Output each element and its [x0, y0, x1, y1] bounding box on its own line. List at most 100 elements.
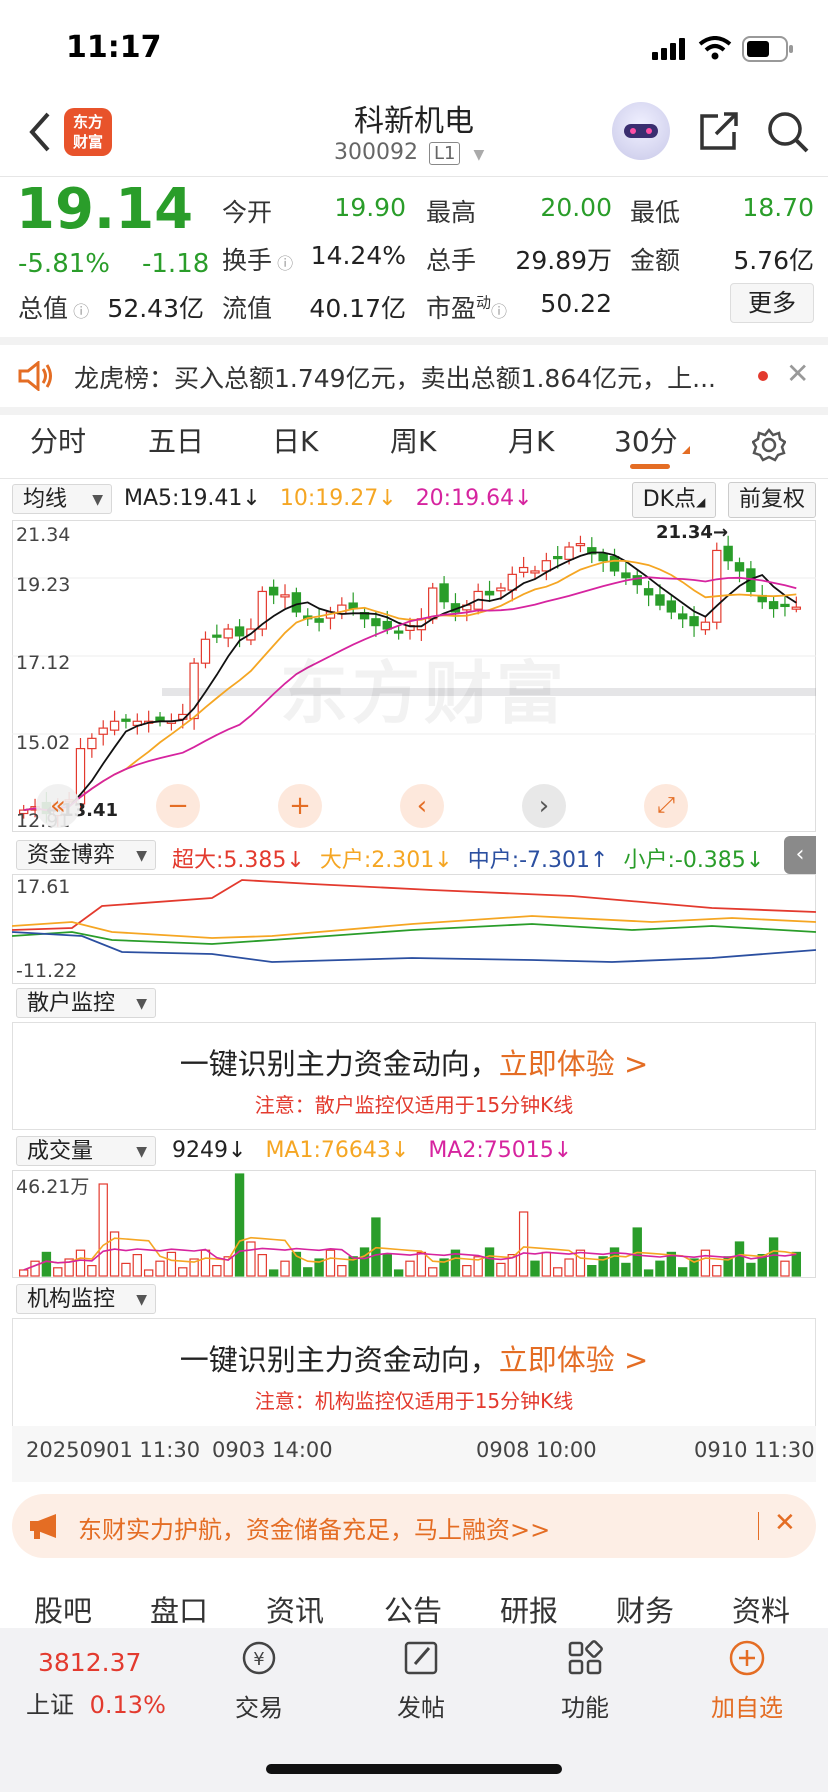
retail-promo[interactable]: 一键识别主力资金动向，立即体验 > 注意：散户监控仅适用于15分钟K线: [12, 1022, 816, 1130]
volume-bar: [87, 1264, 97, 1277]
collapse-panel-icon[interactable]: ‹: [784, 836, 816, 874]
tab-weekly-k[interactable]: 周K: [390, 420, 436, 460]
time-axis[interactable]: 20250901 11:30 0903 14:00 0908 10:00 091…: [12, 1426, 816, 1482]
volume-bar: [780, 1260, 790, 1277]
tab-monthly-k[interactable]: 月K: [508, 420, 554, 460]
low-label: 最低: [630, 198, 681, 227]
dk-point-button[interactable]: DK点◢: [632, 482, 716, 518]
zoom-out-icon[interactable]: −: [156, 784, 200, 828]
ma-indicator-select[interactable]: 均线 ▼: [12, 484, 112, 514]
tab-finance[interactable]: 财务: [616, 1588, 674, 1630]
volume-ma1: MA1:76643: [265, 1138, 391, 1163]
chevron-down-icon: ▼: [136, 1292, 147, 1308]
volume-bar: [541, 1251, 552, 1277]
volume-bar: [359, 1247, 370, 1277]
candle-body: [291, 592, 302, 613]
candle-body: [632, 575, 642, 586]
close-icon[interactable]: ✕: [786, 357, 809, 390]
candle-body: [689, 616, 699, 627]
candle-body: [780, 603, 790, 608]
amount-value: 5.76亿: [733, 246, 814, 275]
volume-bar: [268, 1269, 279, 1277]
chevron-down-icon: ▼: [92, 492, 103, 508]
ma20-label: 20:19.64: [415, 486, 515, 511]
tab-underline: [630, 464, 670, 469]
speaker-icon: [18, 361, 52, 391]
volume-ma2: MA2:75015: [428, 1138, 554, 1163]
fullscreen-icon[interactable]: ⤢: [644, 784, 688, 828]
close-icon[interactable]: ✕: [774, 1508, 796, 1538]
tab-pankou[interactable]: 盘口: [150, 1588, 208, 1630]
settings-icon[interactable]: [752, 428, 786, 462]
candle-body: [621, 572, 631, 579]
volume-bar: [246, 1241, 256, 1277]
scroll-right-icon[interactable]: ›: [522, 784, 566, 828]
search-icon[interactable]: [766, 110, 810, 154]
candle-body: [348, 602, 358, 610]
pe-label: 市盈动ⓘ: [426, 293, 508, 323]
scroll-left-icon[interactable]: ‹: [400, 784, 444, 828]
zoom-in-icon[interactable]: +: [278, 784, 322, 828]
fund-super: 超大:5.385: [172, 848, 287, 873]
retail-promo-note: 注意：散户监控仅适用于15分钟K线: [254, 1093, 574, 1117]
kline-watermark: 东方财富: [280, 655, 569, 734]
retail-promo-action[interactable]: 立即体验 >: [499, 1047, 649, 1081]
tab-profile[interactable]: 资料: [732, 1588, 790, 1630]
candle-body: [98, 727, 108, 735]
collapse-left-icon[interactable]: «: [36, 784, 80, 828]
institution-promo[interactable]: 一键识别主力资金动向，立即体验 > 注意：机构监控仅适用于15分钟K线: [12, 1318, 816, 1426]
nav-post[interactable]: 发帖: [376, 1638, 466, 1723]
candle-body: [712, 549, 722, 623]
volume-bar: [484, 1247, 495, 1277]
candle-body: [121, 718, 131, 722]
candle-body: [268, 586, 279, 596]
institution-indicator-select[interactable]: 机构监控 ▼: [16, 1284, 156, 1314]
institution-promo-main: 一键识别主力资金动向，: [179, 1343, 499, 1377]
volume-bar: [678, 1267, 688, 1277]
tab-intraday[interactable]: 分时: [30, 420, 86, 460]
index-change: 0.13%: [89, 1691, 166, 1719]
index-ticker[interactable]: 3812.37 上证 0.13%: [26, 1648, 166, 1720]
tab-triangle-icon: [682, 446, 690, 454]
volume-bar: [428, 1267, 438, 1277]
adjust-button[interactable]: 前复权: [728, 482, 816, 518]
candle-body: [530, 570, 540, 574]
candle-body: [314, 618, 324, 623]
fund-chart[interactable]: [12, 874, 816, 984]
tab-five-day[interactable]: 五日: [148, 420, 204, 460]
retail-promo-main: 一键识别主力资金动向，: [179, 1047, 499, 1081]
tab-news[interactable]: 资讯: [266, 1588, 324, 1630]
financing-banner[interactable]: 东财实力护航，资金储备充足，马上融资>> ✕: [12, 1494, 816, 1558]
tab-research[interactable]: 研报: [500, 1588, 558, 1630]
volume-bar: [325, 1249, 336, 1277]
tab-30min[interactable]: 30分: [614, 420, 678, 460]
tab-daily-k[interactable]: 日K: [272, 420, 318, 460]
stock-code-row[interactable]: 300092 L1 ▼: [334, 140, 484, 165]
pe-value: 50.22: [540, 289, 612, 318]
retail-indicator-select[interactable]: 散户监控 ▼: [16, 988, 156, 1018]
candle-body: [723, 545, 733, 562]
more-button[interactable]: 更多: [730, 283, 814, 323]
open-label: 今开: [222, 198, 273, 227]
tab-announcements[interactable]: 公告: [384, 1588, 442, 1630]
nav-trade[interactable]: ¥ 交易: [214, 1638, 304, 1723]
fund-large: 大户:2.301: [319, 848, 435, 873]
fund-indicator-select[interactable]: 资金博弈 ▼: [16, 840, 156, 870]
notice-bar[interactable]: 龙虎榜：买入总额1.749亿元，卖出总额1.864亿元，上... ✕: [0, 345, 828, 407]
volume-bar: [643, 1269, 654, 1277]
volume-indicator-select[interactable]: 成交量 ▼: [16, 1136, 156, 1166]
mktcap-label: 总值 ⓘ: [18, 294, 90, 323]
share-icon[interactable]: [698, 110, 740, 152]
trade-icon: ¥: [242, 1641, 276, 1675]
volume-value: 29.89万: [515, 246, 612, 275]
candle-body: [280, 594, 290, 598]
ma5-label: MA5:19.41: [124, 486, 243, 511]
nav-functions[interactable]: 功能: [540, 1638, 630, 1723]
tab-guba[interactable]: 股吧: [34, 1588, 92, 1630]
volume-chart[interactable]: [12, 1170, 816, 1278]
volume-bar: [257, 1253, 267, 1277]
institution-promo-action[interactable]: 立即体验 >: [499, 1343, 649, 1377]
nav-add-watchlist[interactable]: 加自选: [702, 1638, 792, 1723]
volume-bar: [75, 1249, 86, 1277]
assistant-avatar[interactable]: [612, 102, 670, 160]
